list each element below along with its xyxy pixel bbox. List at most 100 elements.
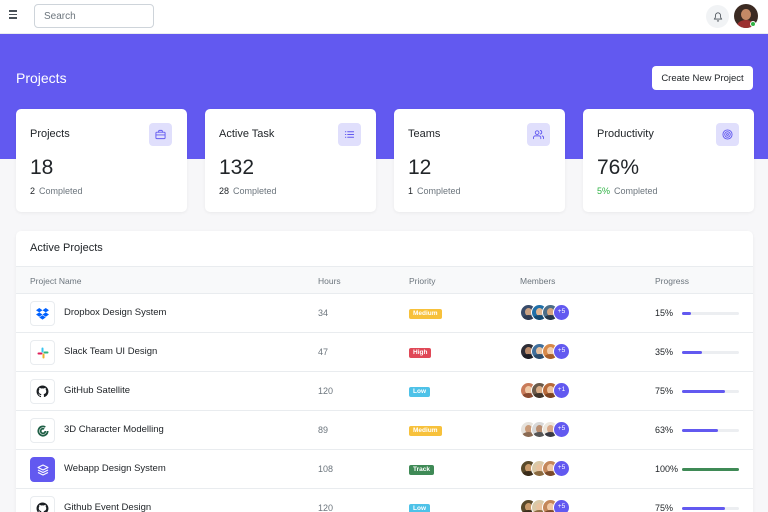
member-avatars: +1 — [520, 382, 570, 400]
member-avatars: +5 — [520, 499, 570, 512]
project-name[interactable]: 3D Character Modelling — [64, 424, 164, 435]
slack-icon — [30, 340, 55, 365]
stat-completed-count: 2 — [30, 186, 36, 196]
dropbox-icon — [30, 301, 55, 326]
member-avatars: +5 — [520, 304, 570, 322]
project-name[interactable]: GitHub Satellite — [64, 385, 130, 396]
column-header-priority[interactable]: Priority — [409, 276, 435, 286]
table-row[interactable]: Slack Team UI Design 47 High +5 35% — [16, 333, 753, 372]
project-name[interactable]: Github Event Design — [64, 502, 151, 512]
more-members-badge[interactable]: +5 — [553, 343, 570, 360]
table-row[interactable]: GitHub Satellite 120 Low +1 75% — [16, 372, 753, 411]
project-hours: 108 — [318, 464, 334, 474]
stat-title: Productivity — [597, 128, 654, 140]
priority-badge: High — [409, 348, 432, 358]
priority-badge: Track — [409, 465, 434, 475]
project-name[interactable]: Dropbox Design System — [64, 307, 166, 318]
stat-value: 132 — [219, 156, 255, 179]
priority-badge: Low — [409, 387, 430, 397]
project-hours: 34 — [318, 308, 329, 318]
stat-subtext: 1 Completed — [408, 186, 461, 196]
stat-subtext: 2 Completed — [30, 186, 83, 196]
progress-percent: 75% — [655, 503, 674, 512]
progress-bar — [682, 429, 739, 432]
stat-title: Teams — [408, 128, 441, 140]
more-members-badge[interactable]: +5 — [553, 460, 570, 477]
progress-bar — [682, 312, 739, 315]
project-name[interactable]: Slack Team UI Design — [64, 346, 157, 357]
progress-fill — [682, 351, 702, 354]
bell-icon — [713, 11, 722, 22]
project-hours: 120 — [318, 386, 334, 396]
table-row[interactable]: 3D Character Modelling 89 Medium +5 63% — [16, 411, 753, 450]
more-members-badge[interactable]: +1 — [553, 382, 570, 399]
modelling-icon — [30, 418, 55, 443]
search-input[interactable] — [34, 4, 154, 28]
column-header-hours[interactable]: Hours — [318, 276, 341, 286]
menu-icon[interactable] — [9, 10, 23, 22]
stat-completed-label: Completed — [417, 186, 461, 196]
page-title: Projects — [16, 70, 67, 86]
project-name[interactable]: Webapp Design System — [64, 463, 166, 474]
member-avatars: +5 — [520, 421, 570, 439]
list-icon — [338, 123, 361, 146]
stat-completed-label: Completed — [233, 186, 277, 196]
stat-completed-count: 1 — [408, 186, 414, 196]
progress-percent: 35% — [655, 347, 674, 357]
progress-fill — [682, 390, 725, 393]
progress-percent: 100% — [655, 464, 679, 474]
create-new-project-button[interactable]: Create New Project — [652, 66, 753, 90]
stat-title: Active Task — [219, 128, 275, 140]
stat-card-teams: Teams 12 1 Completed — [394, 109, 565, 212]
table-header: Project Name Hours Priority Members Prog… — [16, 266, 753, 294]
member-avatars: +5 — [520, 460, 570, 478]
table-row[interactable]: Webapp Design System 108 Track +5 100% — [16, 450, 753, 489]
stat-subtext: 28 Completed — [219, 186, 277, 196]
member-avatars: +5 — [520, 343, 570, 361]
priority-badge: Low — [409, 504, 430, 512]
stat-subtext: 5% Completed — [597, 186, 658, 196]
stat-card-active-task: Active Task 132 28 Completed — [205, 109, 376, 212]
stat-completed-count: 28 — [219, 186, 230, 196]
progress-percent: 15% — [655, 308, 674, 318]
stat-value: 12 — [408, 156, 432, 179]
stat-value: 18 — [30, 156, 54, 179]
users-icon — [527, 123, 550, 146]
target-icon — [716, 123, 739, 146]
column-header-progress[interactable]: Progress — [655, 276, 689, 286]
table-title: Active Projects — [30, 242, 103, 254]
stat-title: Projects — [30, 128, 70, 140]
top-navbar — [0, 0, 768, 34]
stat-completed-label: Completed — [39, 186, 83, 196]
table-row[interactable]: Dropbox Design System 34 Medium +5 15% — [16, 294, 753, 333]
progress-bar — [682, 468, 739, 471]
progress-fill — [682, 312, 691, 315]
stat-completed-label: Completed — [614, 186, 658, 196]
project-hours: 89 — [318, 425, 329, 435]
progress-fill — [682, 507, 725, 510]
project-hours: 120 — [318, 503, 334, 512]
online-status-dot — [750, 21, 756, 27]
stat-completed-count: 5% — [597, 186, 611, 196]
briefcase-icon — [149, 123, 172, 146]
progress-percent: 63% — [655, 425, 674, 435]
github-icon — [30, 496, 55, 512]
priority-badge: Medium — [409, 309, 442, 319]
progress-fill — [682, 468, 739, 471]
progress-percent: 75% — [655, 386, 674, 396]
layers-icon — [30, 457, 55, 482]
table-row[interactable]: Github Event Design 120 Low +5 75% — [16, 489, 753, 512]
stat-card-productivity: Productivity 76% 5% Completed — [583, 109, 754, 212]
more-members-badge[interactable]: +5 — [553, 499, 570, 512]
column-header-project-name[interactable]: Project Name — [30, 276, 82, 286]
progress-bar — [682, 351, 739, 354]
column-header-members[interactable]: Members — [520, 276, 555, 286]
progress-bar — [682, 507, 739, 510]
more-members-badge[interactable]: +5 — [553, 421, 570, 438]
more-members-badge[interactable]: +5 — [553, 304, 570, 321]
progress-fill — [682, 429, 718, 432]
notification-button[interactable] — [706, 5, 729, 28]
stat-value: 76% — [597, 156, 640, 179]
stat-card-projects: Projects 18 2 Completed — [16, 109, 187, 212]
progress-bar — [682, 390, 739, 393]
